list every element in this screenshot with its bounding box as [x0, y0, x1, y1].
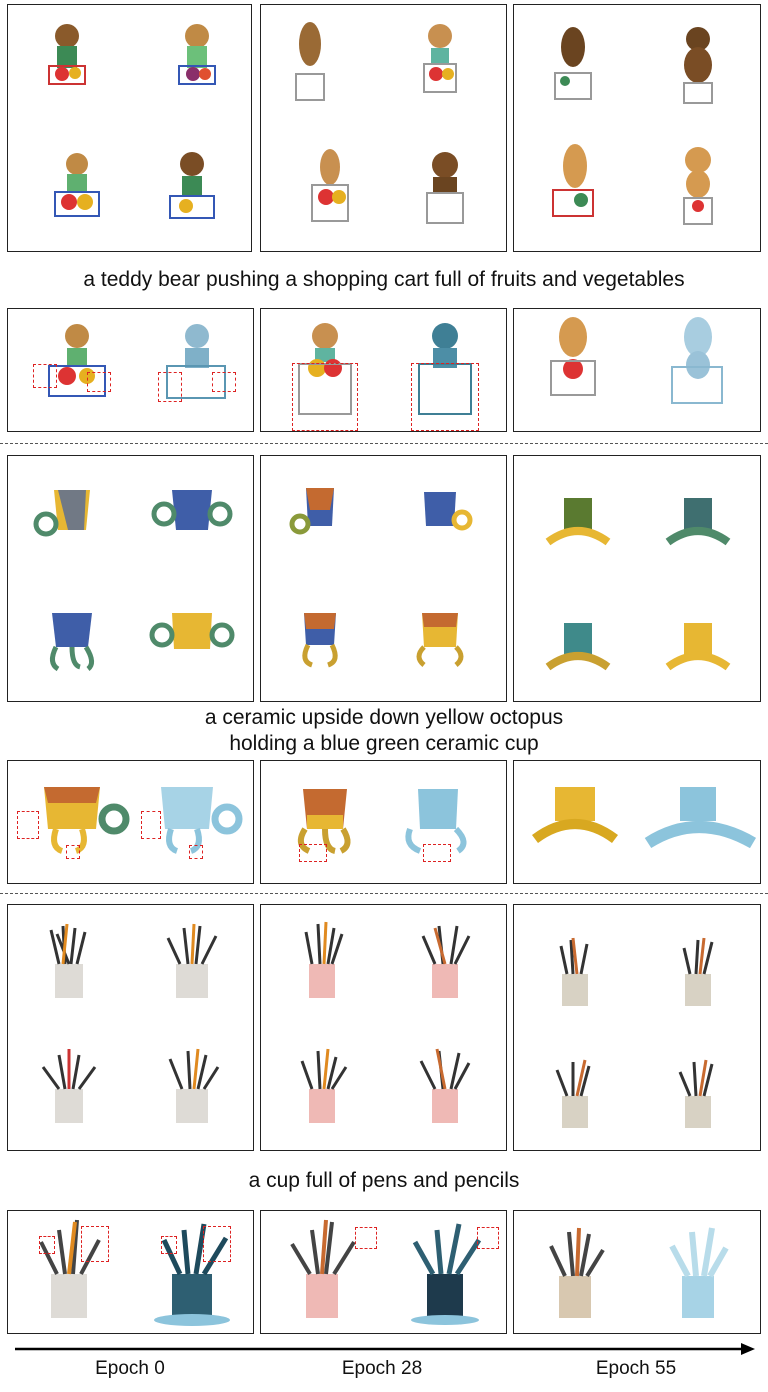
octopus-pair-renders-epoch0 — [44, 787, 243, 854]
pencil-normal-render — [411, 1223, 482, 1325]
octopus-render — [149, 613, 235, 649]
octopus-render — [302, 613, 338, 668]
bear-render — [423, 24, 457, 93]
bear-render — [552, 144, 594, 217]
highlight-box — [33, 364, 57, 388]
highlight-box — [141, 811, 161, 839]
epoch-arrow — [15, 1343, 755, 1355]
octopus-render — [33, 490, 90, 537]
octopus-render — [50, 613, 94, 672]
highlight-box — [423, 844, 451, 862]
octopus-render — [545, 623, 611, 671]
section-divider — [0, 443, 768, 444]
pencil-cup-render — [682, 937, 714, 1006]
octopus-rgb-render — [297, 789, 351, 854]
highlight-box — [158, 372, 182, 402]
bear-render — [295, 22, 325, 101]
octopus-rgb-render — [532, 787, 618, 844]
bear-renders-epoch55 — [552, 27, 713, 225]
octopus-render — [289, 488, 334, 535]
octopus-render — [151, 490, 233, 530]
pencil-cup-render — [41, 1049, 97, 1123]
highlight-box — [292, 363, 358, 431]
pencil-renders-epoch55 — [555, 937, 714, 1128]
bear-render — [169, 152, 215, 219]
octopus-normal-render — [161, 787, 243, 854]
bear-normal-render — [671, 317, 723, 404]
caption-bear: a teddy bear pushing a shopping cart ful… — [83, 268, 685, 291]
bear-render — [178, 24, 216, 85]
octopus-render — [416, 613, 464, 667]
bear-pair-renders-epoch55 — [550, 317, 723, 404]
highlight-box — [161, 1236, 177, 1254]
pencil-cup-render — [419, 1048, 471, 1123]
bear-render — [683, 147, 713, 225]
highlight-box — [212, 372, 236, 392]
octopus-normal-render — [644, 787, 757, 849]
octopus-render — [424, 492, 473, 531]
highlight-box — [203, 1226, 231, 1262]
pencil-renders-epoch28 — [300, 921, 471, 1123]
bear-render — [311, 149, 349, 222]
pencil-cup-render — [168, 1048, 220, 1123]
section-divider — [0, 893, 768, 894]
octopus-render — [665, 623, 731, 671]
highlight-box — [39, 1236, 55, 1254]
pencil-pair-renders-epoch55 — [549, 1227, 729, 1318]
pencil-cup-render — [49, 923, 87, 998]
highlight-box — [17, 811, 39, 839]
pencil-cup-render — [300, 1048, 348, 1123]
octopus-pair-renders-epoch28 — [297, 789, 467, 854]
pencil-pair-renders-epoch28 — [290, 1219, 482, 1325]
pencil-normal-render — [669, 1227, 729, 1318]
octopus-render — [545, 498, 611, 546]
pencil-cup-render — [166, 923, 218, 998]
bear-render — [683, 27, 713, 104]
pencil-cup-render — [421, 925, 471, 998]
octopus-normal-render — [405, 789, 467, 854]
highlight-box — [87, 372, 111, 392]
pencil-cup-render — [304, 921, 344, 998]
bear-render — [426, 152, 464, 224]
pencil-renders-epoch0 — [41, 923, 220, 1123]
pencil-cup-render — [559, 937, 589, 1006]
octopus-renders-epoch0 — [33, 490, 235, 672]
epoch-label-0: Epoch 0 — [95, 1358, 165, 1379]
pencil-rgb-render — [549, 1227, 605, 1318]
bear-render — [54, 153, 100, 217]
highlight-box — [477, 1227, 499, 1249]
pencil-rgb-render — [290, 1219, 356, 1318]
caption-octopus-line2: holding a blue green ceramic cup — [229, 732, 539, 755]
highlight-box — [81, 1226, 109, 1262]
epoch-label-28: Epoch 28 — [341, 1358, 423, 1379]
bear-render — [48, 24, 86, 85]
pencil-cup-render — [678, 1059, 714, 1128]
bear-render — [554, 27, 592, 100]
caption-pencils: a cup full of pens and pencils — [248, 1169, 520, 1192]
octopus-render — [665, 498, 731, 546]
bear-renders-epoch28 — [295, 22, 464, 224]
highlight-box — [411, 363, 479, 431]
octopus-renders-epoch28 — [289, 488, 473, 668]
highlight-box — [355, 1227, 377, 1249]
octopus-pair-renders-epoch55 — [532, 787, 757, 849]
epoch-label-55: Epoch 55 — [595, 1358, 677, 1379]
highlight-box — [299, 844, 327, 862]
bear-rgb-render — [550, 317, 596, 396]
caption-octopus-line1: a ceramic upside down yellow octopus — [204, 706, 564, 729]
octopus-renders-epoch55 — [545, 498, 731, 671]
pencil-cup-render — [555, 1059, 591, 1128]
octopus-rgb-render — [44, 787, 130, 854]
bear-renders-epoch0 — [48, 24, 216, 219]
highlight-box — [66, 845, 80, 859]
highlight-box — [189, 845, 203, 859]
